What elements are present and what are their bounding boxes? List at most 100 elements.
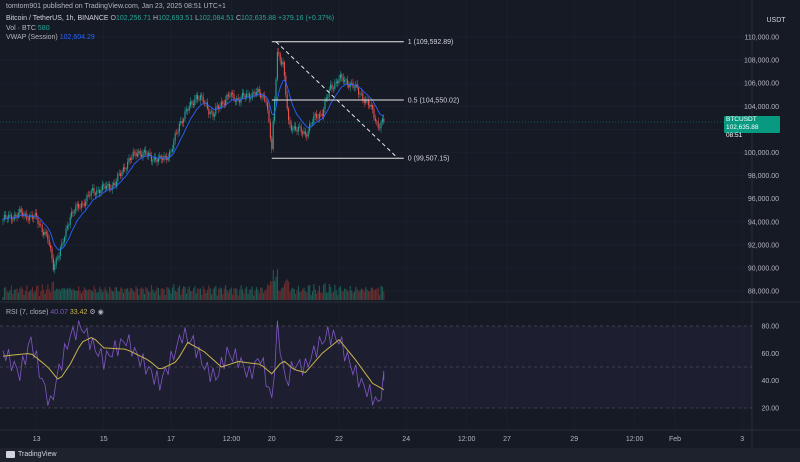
open-value: 102,256.71	[116, 15, 152, 22]
volume-bar	[233, 287, 235, 300]
volume-bar	[223, 288, 225, 300]
candle-body	[153, 157, 155, 161]
vwap-legend[interactable]: VWAP (Session) 102,604.29	[6, 34, 95, 41]
candle-body	[121, 171, 123, 176]
candle-body	[338, 78, 340, 84]
volume-bar	[218, 288, 220, 300]
candle-body	[135, 152, 137, 157]
candle-body	[96, 190, 98, 195]
tradingview-logo[interactable]: TradingView	[6, 451, 57, 458]
price-tick-label: 110,000.00	[744, 35, 779, 42]
candle-body	[299, 126, 301, 128]
volume-bar	[15, 289, 17, 300]
time-tick-label: 29	[570, 436, 578, 443]
candle-body	[321, 113, 323, 117]
volume-bar	[36, 286, 38, 300]
volume-bar	[293, 289, 295, 300]
candle-body	[248, 93, 250, 99]
ohlc-legend: Bitcoin / TetherUS, 1h, BINANCE O102,256…	[6, 15, 334, 22]
candle-body	[332, 88, 334, 90]
volume-bar	[19, 288, 21, 300]
candle-body	[164, 155, 166, 157]
candle-body	[234, 100, 236, 102]
visibility-icon[interactable]: ◉	[98, 309, 104, 316]
volume-bar	[246, 286, 248, 300]
candle-body	[188, 105, 190, 111]
volume-bar	[170, 293, 172, 300]
volume-bar	[143, 294, 145, 300]
volume-bar	[139, 288, 141, 300]
candle-body	[55, 258, 57, 265]
volume-bar	[9, 289, 11, 300]
volume-bar	[152, 289, 154, 300]
candle-body	[370, 104, 372, 107]
volume-bar	[283, 283, 285, 300]
volume-bar	[318, 285, 320, 300]
settings-icon[interactable]: ⚙	[89, 309, 95, 316]
symbol-label[interactable]: Bitcoin / TetherUS, 1h, BINANCE	[6, 15, 109, 22]
candle-body	[72, 211, 74, 213]
candle-body	[303, 131, 305, 134]
rsi-legend[interactable]: RSI (7, close) 40.07 33.42 ⚙ ◉	[6, 308, 104, 316]
candle-body	[12, 219, 14, 221]
volume-legend[interactable]: Vol · BTC 580	[6, 25, 50, 32]
volume-bar	[334, 284, 336, 300]
tradingview-logo-icon	[6, 451, 15, 458]
volume-bar	[131, 288, 133, 300]
volume-bar	[89, 288, 91, 300]
chart-canvas[interactable]: 110,000.00 108,000.00 106,000.00 104,000.00…	[0, 0, 800, 462]
candle-body	[141, 154, 143, 157]
candle-body	[171, 149, 173, 152]
candle-body	[104, 185, 106, 189]
candle-body	[38, 224, 40, 225]
candle-body	[300, 126, 302, 133]
volume-bar	[303, 287, 305, 300]
candle-body	[86, 194, 88, 202]
vwap-label: VWAP (Session)	[6, 34, 58, 41]
fib-level-label: 1 (109,592.89)	[408, 39, 454, 46]
volume-bar	[27, 292, 29, 300]
candle-body	[68, 225, 70, 226]
volume-bar	[48, 289, 50, 300]
volume-bar	[359, 290, 361, 300]
volume-bar	[274, 281, 276, 300]
candle-body	[117, 173, 119, 182]
volume-bar	[146, 288, 148, 300]
volume-bar	[68, 288, 70, 300]
candle-body	[334, 83, 336, 89]
volume-bar	[51, 282, 53, 300]
candle-body	[232, 92, 234, 95]
candle-body	[324, 100, 326, 110]
candle-body	[286, 94, 288, 109]
volume-bar	[376, 288, 378, 300]
volume-bar	[330, 286, 332, 300]
volume-bar	[124, 289, 126, 300]
candle-body	[362, 93, 364, 100]
currency-button[interactable]: USDT	[760, 15, 792, 27]
volume-bar	[160, 288, 162, 300]
candle-body	[201, 95, 203, 98]
volume-bar	[229, 289, 231, 300]
candle-body	[69, 217, 71, 226]
candle-body	[90, 190, 92, 196]
volume-bar	[10, 285, 12, 300]
volume-bar	[239, 289, 241, 300]
volume-bar	[85, 289, 87, 300]
volume-bar	[344, 288, 346, 300]
candle-body	[92, 187, 94, 191]
volume-bar	[34, 290, 36, 300]
candle-body	[76, 203, 78, 207]
volume-bar	[6, 291, 8, 300]
volume-bar	[30, 289, 32, 300]
candle-body	[64, 237, 66, 243]
candle-body	[209, 112, 211, 115]
price-tick-label: 98,000.00	[748, 173, 779, 180]
candle-body	[372, 104, 374, 110]
volume-bar	[41, 284, 43, 300]
candle-body	[254, 92, 256, 95]
volume-bar	[55, 288, 57, 300]
candle-body	[129, 158, 131, 160]
candle-body	[152, 160, 154, 162]
candle-body	[48, 239, 50, 246]
volume-bar	[127, 288, 129, 300]
